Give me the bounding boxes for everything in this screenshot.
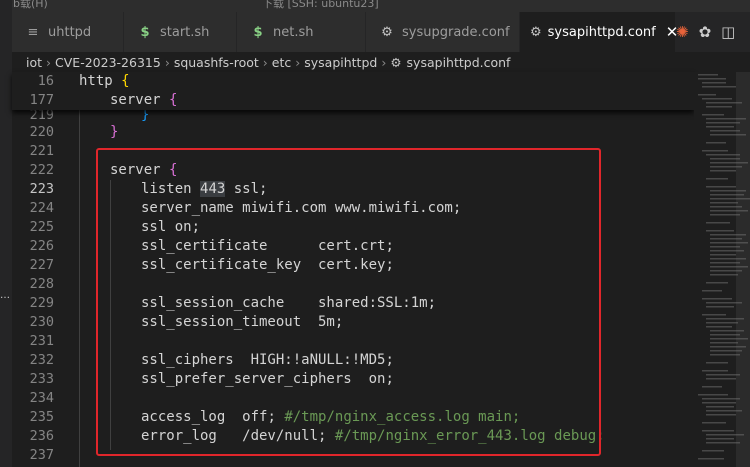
editor-actions: ✺ ✿ ◫ [676,12,735,52]
ellipsis-icon[interactable]: … [0,290,12,302]
line-number: 228 [29,276,54,292]
chevron-right-icon: › [46,54,52,70]
line-number: 177 [29,92,54,108]
breadcrumb-item[interactable]: sysapihttpd [304,55,377,70]
line-number: 232 [29,352,54,368]
gear-icon: ⚙ [381,24,393,40]
dollar-icon: $ [253,24,263,40]
breadcrumb-item[interactable]: CVE-2023-26315 [55,55,161,70]
line-number: 220 [29,124,54,140]
tab-net-sh[interactable]: $ net.sh [237,12,366,52]
line-number: 225 [29,219,54,235]
tab-label: sysupgrade.conf [402,24,510,40]
sticky-scroll-header: 16 http { 177 server { [12,72,694,110]
split-editor-icon[interactable]: ◫ [721,23,735,41]
file-icon: ≡ [27,24,39,40]
activity-bar-edge [0,0,12,467]
breadcrumb-item[interactable]: sysapihttpd.conf [407,55,511,70]
line-number: 234 [29,390,54,406]
gear-icon: ⚙ [390,54,402,70]
breadcrumb-item[interactable]: etc [272,55,291,70]
line-number: 222 [29,162,54,178]
chevron-right-icon: › [381,54,387,70]
line-number: 227 [29,257,54,273]
line-number: 221 [29,143,54,159]
chevron-right-icon: › [262,54,268,70]
breadcrumb-item[interactable]: squashfs-root [174,55,259,70]
tab-sysapihttpd-conf[interactable]: ⚙ sysapihttpd.conf ✕ [520,12,678,52]
line-number: 237 [29,447,54,463]
line-number: 231 [29,333,54,349]
line-number: 233 [29,371,54,387]
line-number: 236 [29,428,54,444]
vertical-scrollbar[interactable] [736,72,750,467]
tab-label: sysapihttpd.conf [547,24,656,40]
gear-icon: ⚙ [530,24,542,40]
burst-icon[interactable]: ✺ [676,23,689,41]
code-line[interactable]: } [110,124,118,140]
dollar-icon: $ [140,24,150,40]
line-number: 230 [29,314,54,330]
annotation-highlight-box [96,148,601,456]
chevron-right-icon: › [295,54,301,70]
tab-sysupgrade-conf[interactable]: ⚙ sysupgrade.conf [366,12,520,52]
window-title-text: 下载 [SSH: ubuntu23] [262,0,379,10]
tab-start-sh[interactable]: $ start.sh [124,12,237,52]
sticky-line[interactable]: server { [110,92,177,108]
tab-uhttpd[interactable]: ≡ uhttpd [12,12,124,52]
sticky-line[interactable]: http { [79,73,130,89]
window-title-strip: hb载(H) 下载 [SSH: ubuntu23] [0,0,750,12]
line-number: 226 [29,238,54,254]
line-number: 16 [37,73,54,89]
line-number: 235 [29,409,54,425]
breadcrumb: iot › CVE-2023-26315 › squashfs-root › etc ›… [26,52,510,72]
chevron-right-icon: › [164,54,170,70]
tab-label: uhttpd [48,24,92,40]
tab-label: net.sh [273,24,314,40]
line-number-current: 223 [29,181,54,197]
tab-label: start.sh [160,24,210,40]
menu-partial-text: hb载(H) [6,0,48,10]
indent-guide [79,110,80,467]
line-number: 229 [29,295,54,311]
line-number: 224 [29,200,54,216]
breadcrumb-item[interactable]: iot [26,55,42,70]
openai-icon[interactable]: ✿ [699,23,712,41]
